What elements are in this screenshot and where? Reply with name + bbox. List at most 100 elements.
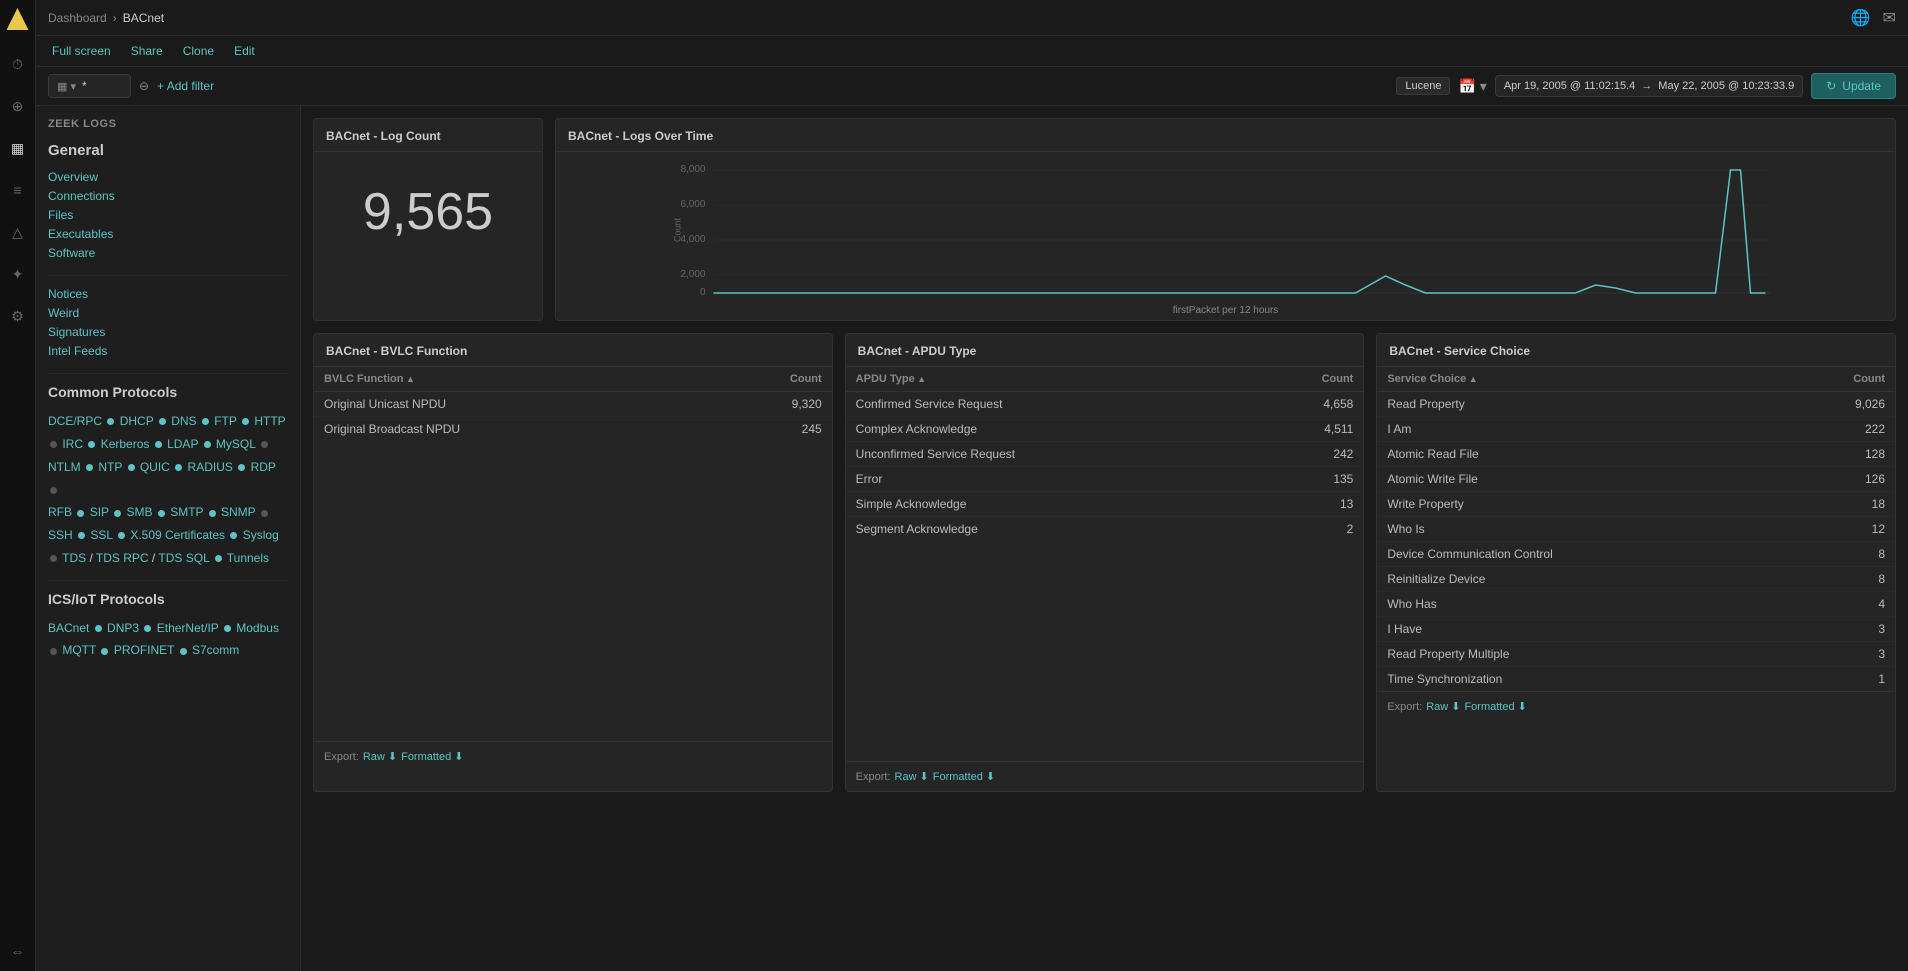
querybar: ▦ ▾ ⊖ + Add filter Lucene 📅 ▾ Apr 19, 20… (36, 67, 1908, 106)
proto-profinet[interactable]: PROFINET (114, 643, 174, 657)
proto-http[interactable]: HTTP (254, 414, 285, 428)
apdu-formatted-link[interactable]: Formatted ⬇ (933, 770, 995, 783)
proto-tunnels[interactable]: Tunnels (227, 551, 269, 565)
bvlc-col-function[interactable]: BVLC Function (314, 367, 703, 392)
apdu-export-label: Export: (856, 771, 891, 783)
proto-sip[interactable]: SIP (90, 505, 109, 519)
apdu-raw-link[interactable]: Raw ⬇ (895, 770, 929, 783)
add-filter-button[interactable]: + Add filter (157, 79, 214, 93)
apdu-count-cell: 4,658 (1247, 392, 1363, 417)
alert-icon[interactable]: △ (6, 220, 30, 244)
proto-mysql[interactable]: MySQL (216, 437, 256, 451)
nav-overview[interactable]: Overview (48, 169, 288, 185)
proto-kerberos[interactable]: Kerberos (101, 437, 150, 451)
service-formatted-link[interactable]: Formatted ⬇ (1464, 700, 1526, 713)
proto-ntlm[interactable]: NTLM (48, 460, 81, 474)
fullscreen-button[interactable]: Full screen (48, 42, 115, 60)
globe-icon[interactable]: 🌐 (1851, 8, 1871, 28)
nav-notices[interactable]: Notices (48, 286, 288, 302)
table-row: Error 135 (846, 467, 1364, 492)
calendar-icon[interactable]: 📅 ▾ (1458, 78, 1486, 95)
share-button[interactable]: Share (127, 42, 167, 60)
table-row: Atomic Read File 128 (1377, 442, 1895, 467)
apdu-count-cell: 4,511 (1247, 417, 1363, 442)
service-choice-cell: Read Property Multiple (1377, 642, 1782, 667)
bvlc-formatted-link[interactable]: Formatted ⬇ (401, 750, 463, 763)
proto-radius[interactable]: RADIUS (188, 460, 233, 474)
nav-signatures[interactable]: Signatures (48, 324, 288, 340)
apdu-count-cell: 242 (1247, 442, 1363, 467)
proto-irc[interactable]: IRC (62, 437, 83, 451)
table-row: Original Unicast NPDU 9,320 (314, 392, 832, 417)
lucene-badge[interactable]: Lucene (1396, 77, 1450, 95)
common-protocols: DCE/RPC DHCP DNS FTP HTTP IRC Kerberos L… (48, 410, 288, 570)
nav-weird[interactable]: Weird (48, 305, 288, 321)
proto-smb[interactable]: SMB (127, 505, 153, 519)
service-col-service[interactable]: Service Choice (1377, 367, 1782, 392)
proto-dhcp[interactable]: DHCP (120, 414, 154, 428)
bvlc-raw-link[interactable]: Raw ⬇ (363, 750, 397, 763)
table-row: Atomic Write File 126 (1377, 467, 1895, 492)
proto-s7comm[interactable]: S7comm (192, 643, 239, 657)
apdu-col-type[interactable]: APDU Type (846, 367, 1248, 392)
date-from: Apr 19, 2005 @ 11:02:15.4 (1504, 80, 1635, 92)
star-icon[interactable]: ✦ (6, 262, 30, 286)
query-dropdown-icon[interactable]: ▦ ▾ (57, 80, 76, 93)
bvlc-col-count[interactable]: Count (703, 367, 832, 392)
app-logo[interactable] (7, 8, 29, 30)
breadcrumb-dashboard[interactable]: Dashboard (48, 11, 107, 25)
proto-dcerpc[interactable]: DCE/RPC (48, 414, 102, 428)
search-icon[interactable]: ⊕ (6, 94, 30, 118)
left-nav-title: Zeek Logs (48, 118, 288, 130)
proto-ldap[interactable]: LDAP (167, 437, 198, 451)
service-col-count[interactable]: Count (1782, 367, 1895, 392)
proto-dns[interactable]: DNS (171, 414, 196, 428)
edit-button[interactable]: Edit (230, 42, 259, 60)
proto-ssh[interactable]: SSH (48, 528, 73, 542)
proto-modbus[interactable]: Modbus (236, 621, 279, 635)
nav-connections[interactable]: Connections (48, 188, 288, 204)
service-choice-table: Service Choice Count Read Property 9,026… (1377, 367, 1895, 691)
proto-x509[interactable]: X.509 Certificates (130, 528, 225, 542)
left-nav: Zeek Logs General Overview Connections F… (36, 106, 301, 971)
mail-icon[interactable]: ✉ (1883, 8, 1896, 28)
proto-mqtt[interactable]: MQTT (62, 643, 96, 657)
clock-icon[interactable]: ⏱ (6, 52, 30, 76)
proto-ntp[interactable]: NTP (98, 460, 122, 474)
query-input[interactable] (82, 79, 122, 93)
proto-rfb[interactable]: RFB (48, 505, 72, 519)
proto-ftp[interactable]: FTP (214, 414, 236, 428)
clone-button[interactable]: Clone (179, 42, 218, 60)
apdu-count-cell: 135 (1247, 467, 1363, 492)
proto-ssl[interactable]: SSL (90, 528, 112, 542)
nav-intel-feeds[interactable]: Intel Feeds (48, 343, 288, 359)
proto-bacnet[interactable]: BACnet (48, 621, 89, 635)
chart-icon[interactable]: ▦ (6, 136, 30, 160)
proto-tdssql[interactable]: TDS SQL (158, 551, 209, 565)
proto-quic[interactable]: QUIC (140, 460, 170, 474)
proto-snmp[interactable]: SNMP (221, 505, 255, 519)
table-row: Complex Acknowledge 4,511 (846, 417, 1364, 442)
nav-software[interactable]: Software (48, 245, 288, 261)
proto-rdp[interactable]: RDP (251, 460, 276, 474)
query-input-area[interactable]: ▦ ▾ (48, 74, 131, 98)
date-range[interactable]: Apr 19, 2005 @ 11:02:15.4 → May 22, 2005… (1495, 75, 1803, 97)
gear-icon[interactable]: ⚙ (6, 304, 30, 328)
service-count-cell: 9,026 (1782, 392, 1895, 417)
service-raw-link[interactable]: Raw ⬇ (1426, 700, 1460, 713)
nav-executables[interactable]: Executables (48, 226, 288, 242)
apdu-col-count[interactable]: Count (1247, 367, 1363, 392)
common-protocols-title: Common Protocols (48, 384, 288, 400)
proto-syslog[interactable]: Syslog (243, 528, 279, 542)
proto-dnp3[interactable]: DNP3 (107, 621, 139, 635)
table-row: Who Has 4 (1377, 592, 1895, 617)
nav-files[interactable]: Files (48, 207, 288, 223)
proto-smtp[interactable]: SMTP (170, 505, 203, 519)
proto-ethernetip[interactable]: EtherNet/IP (157, 621, 219, 635)
proto-tdsrpc[interactable]: TDS RPC (96, 551, 149, 565)
proto-tds[interactable]: TDS (62, 551, 86, 565)
expand-icon[interactable]: ⇔ (6, 939, 30, 963)
update-button[interactable]: ↻ Update (1811, 73, 1896, 99)
query-right: Lucene 📅 ▾ Apr 19, 2005 @ 11:02:15.4 → M… (1396, 73, 1896, 99)
table-icon[interactable]: ≡ (6, 178, 30, 202)
